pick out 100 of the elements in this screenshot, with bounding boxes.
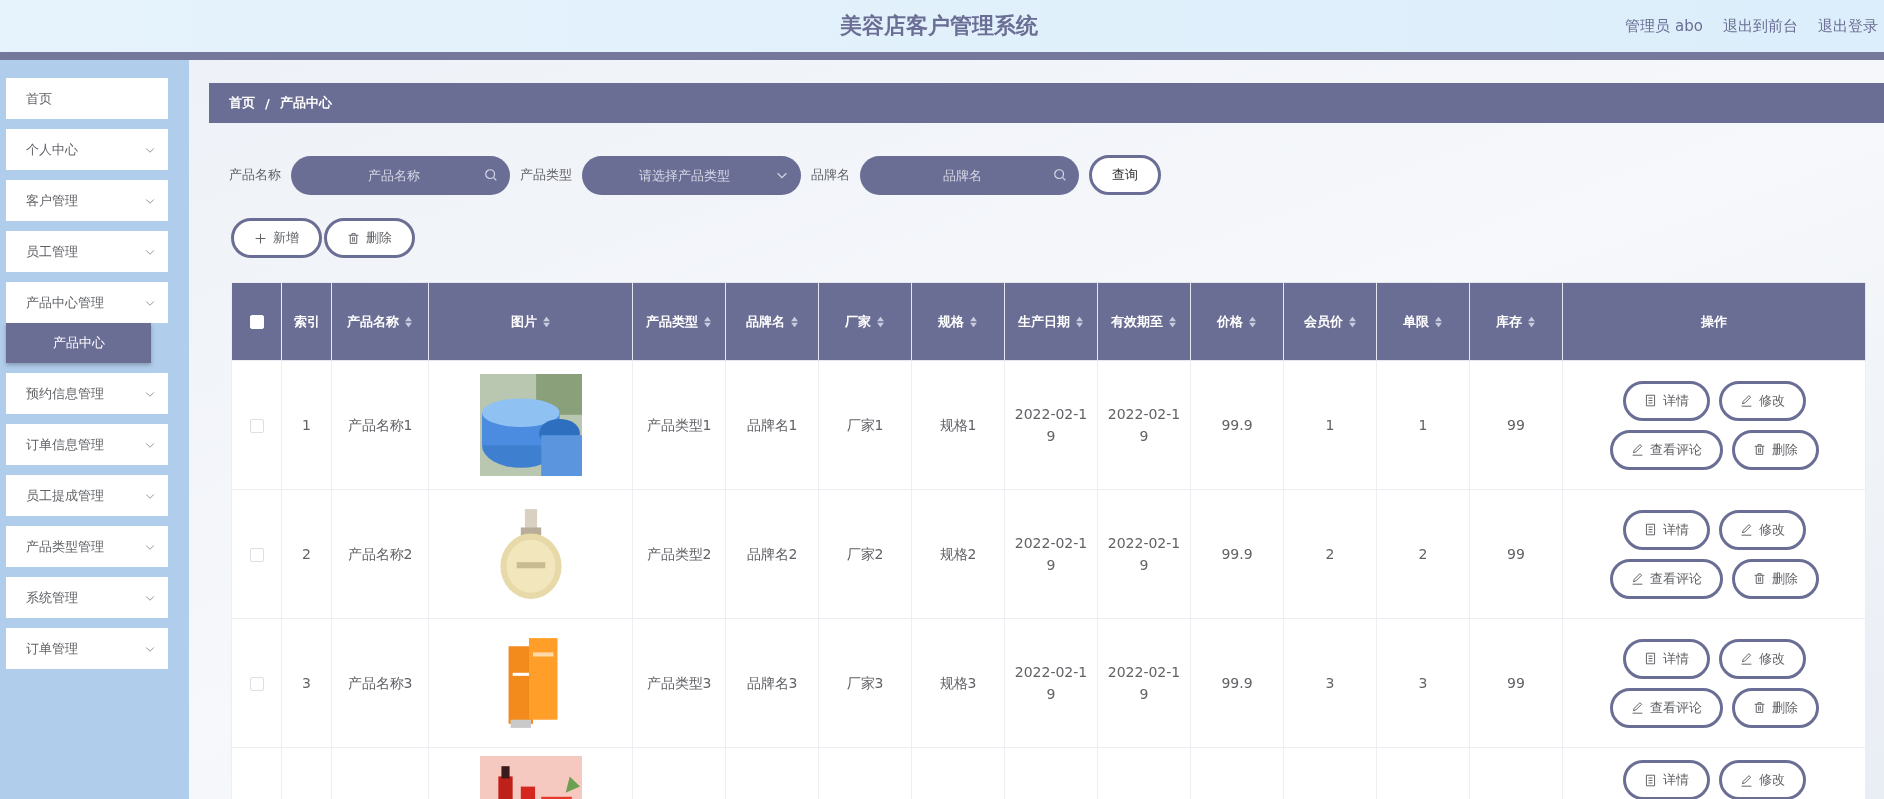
- column-header[interactable]: 品牌名: [725, 282, 819, 361]
- menu-item[interactable]: 订单管理: [6, 628, 168, 669]
- header-link[interactable]: 退出到前台: [1723, 16, 1798, 36]
- sort-icon[interactable]: [703, 316, 712, 328]
- edit-button[interactable]: 修改: [1718, 760, 1806, 799]
- table-cell: 产品类型3: [646, 674, 712, 691]
- menu-item[interactable]: 员工管理: [6, 231, 168, 272]
- edit-button[interactable]: 修改: [1718, 509, 1806, 550]
- menu-label: 员工管理: [26, 242, 78, 261]
- table-cell: 1: [302, 416, 311, 433]
- details-button[interactable]: 详情: [1622, 380, 1710, 421]
- pencil-icon: [1739, 394, 1753, 407]
- search-button[interactable]: 查询: [1089, 155, 1161, 195]
- details-button[interactable]: 详情: [1622, 638, 1710, 679]
- column-header[interactable]: 生产日期: [1004, 282, 1098, 361]
- field-label: 品牌名: [811, 166, 850, 184]
- checkbox[interactable]: [249, 677, 264, 691]
- sort-icon[interactable]: [404, 316, 413, 328]
- add-button[interactable]: 新增: [231, 218, 322, 258]
- menu-item[interactable]: 产品类型管理: [6, 526, 168, 567]
- menu-item[interactable]: 个人中心: [6, 129, 168, 170]
- table-cell: 厂家1: [846, 416, 884, 433]
- delete-button[interactable]: 删除: [1731, 558, 1819, 599]
- column-header[interactable]: 库存: [1469, 282, 1563, 361]
- menu-item[interactable]: 产品中心管理: [6, 282, 168, 323]
- menu-label: 预约信息管理: [26, 384, 104, 403]
- column-header: 索引: [281, 282, 332, 361]
- sort-icon[interactable]: [876, 316, 885, 328]
- breadcrumb-item[interactable]: 产品中心: [279, 94, 332, 112]
- table-cell: 产品名称3: [347, 674, 413, 691]
- details-button[interactable]: 详情: [1622, 509, 1710, 550]
- column-header[interactable]: 有效期至: [1097, 282, 1191, 361]
- menu-label: 产品类型管理: [26, 537, 104, 556]
- sort-icon[interactable]: [541, 316, 551, 328]
- column-header[interactable]: 产品名称: [331, 282, 429, 361]
- table-cell: 99.9: [1221, 416, 1253, 433]
- breadcrumb-separator: /: [265, 95, 270, 111]
- delete-button[interactable]: 删除: [1731, 687, 1819, 728]
- table-cell: 2: [1418, 545, 1428, 562]
- menu-label: 个人中心: [26, 140, 78, 159]
- app-title: 美容店客户管理系统: [840, 12, 1038, 40]
- sort-icon[interactable]: [1248, 316, 1257, 328]
- column-header[interactable]: 图片: [428, 282, 633, 361]
- field-label: 产品类型: [520, 166, 572, 184]
- table-cell: 产品类型1: [646, 416, 712, 433]
- table-cell: 规格3: [939, 674, 977, 691]
- sort-icon[interactable]: [1075, 316, 1084, 328]
- checkbox[interactable]: [249, 548, 264, 562]
- sort-icon[interactable]: [789, 316, 799, 328]
- sort-icon[interactable]: [1434, 316, 1443, 328]
- sort-icon[interactable]: [1527, 316, 1536, 328]
- header-link[interactable]: 管理员 abo: [1625, 16, 1703, 36]
- pencil-icon: [1630, 443, 1644, 456]
- input-field[interactable]: 产品名称: [291, 155, 510, 195]
- table-cell: 品牌名2: [746, 545, 798, 562]
- select-field[interactable]: 请选择产品类型: [582, 155, 801, 195]
- sort-icon[interactable]: [1347, 316, 1357, 328]
- pencil-icon: [1739, 523, 1753, 536]
- breadcrumb-item[interactable]: 首页: [229, 94, 255, 112]
- table-cell: 品牌名1: [746, 416, 798, 433]
- table-cell: 厂家3: [846, 674, 884, 691]
- table-cell: 2: [1325, 545, 1335, 562]
- menu-item[interactable]: 首页: [6, 78, 168, 119]
- comments-button[interactable]: 查看评论: [1609, 429, 1723, 470]
- details-button[interactable]: 详情: [1622, 760, 1710, 799]
- edit-button[interactable]: 修改: [1718, 380, 1806, 421]
- column-header[interactable]: 会员价: [1283, 282, 1377, 361]
- sort-icon[interactable]: [1168, 316, 1177, 328]
- column-header[interactable]: 规格: [911, 282, 1005, 361]
- table-cell: 2022-02-19: [1014, 663, 1088, 702]
- menu-item[interactable]: 员工提成管理: [6, 475, 168, 516]
- submenu-item[interactable]: 产品中心: [6, 323, 151, 363]
- pencil-icon: [1630, 701, 1644, 714]
- table-cell: 规格2: [939, 545, 977, 562]
- column-header[interactable]: 厂家: [818, 282, 912, 361]
- delete-button[interactable]: 删除: [1731, 429, 1819, 470]
- menu-item[interactable]: 系统管理: [6, 577, 168, 618]
- menu-label: 产品中心管理: [26, 293, 104, 312]
- column-header[interactable]: 单限: [1376, 282, 1470, 361]
- column-header[interactable]: 价格: [1190, 282, 1284, 361]
- menu-label: 订单管理: [26, 639, 78, 658]
- sort-icon[interactable]: [969, 316, 978, 328]
- menu-item[interactable]: 订单信息管理: [6, 424, 168, 465]
- table-cell: 2022-02-19: [1014, 534, 1088, 573]
- column-header[interactable]: 产品类型: [632, 282, 726, 361]
- menu-label: 员工提成管理: [26, 486, 104, 505]
- comments-button[interactable]: 查看评论: [1609, 687, 1723, 728]
- menu-label: 订单信息管理: [26, 435, 104, 454]
- menu-item[interactable]: 客户管理: [6, 180, 168, 221]
- delete-button[interactable]: 删除: [324, 218, 415, 258]
- checkbox[interactable]: [249, 419, 264, 433]
- header-link[interactable]: 退出登录: [1818, 16, 1878, 36]
- table-cell: 2: [302, 545, 311, 562]
- menu-item[interactable]: 预约信息管理: [6, 373, 168, 414]
- table-cell: 99: [1507, 545, 1525, 562]
- comments-button[interactable]: 查看评论: [1609, 558, 1723, 599]
- pencil-icon: [1739, 773, 1753, 787]
- field-label: 产品名称: [229, 166, 281, 184]
- input-field[interactable]: 品牌名: [860, 155, 1079, 195]
- edit-button[interactable]: 修改: [1718, 638, 1806, 679]
